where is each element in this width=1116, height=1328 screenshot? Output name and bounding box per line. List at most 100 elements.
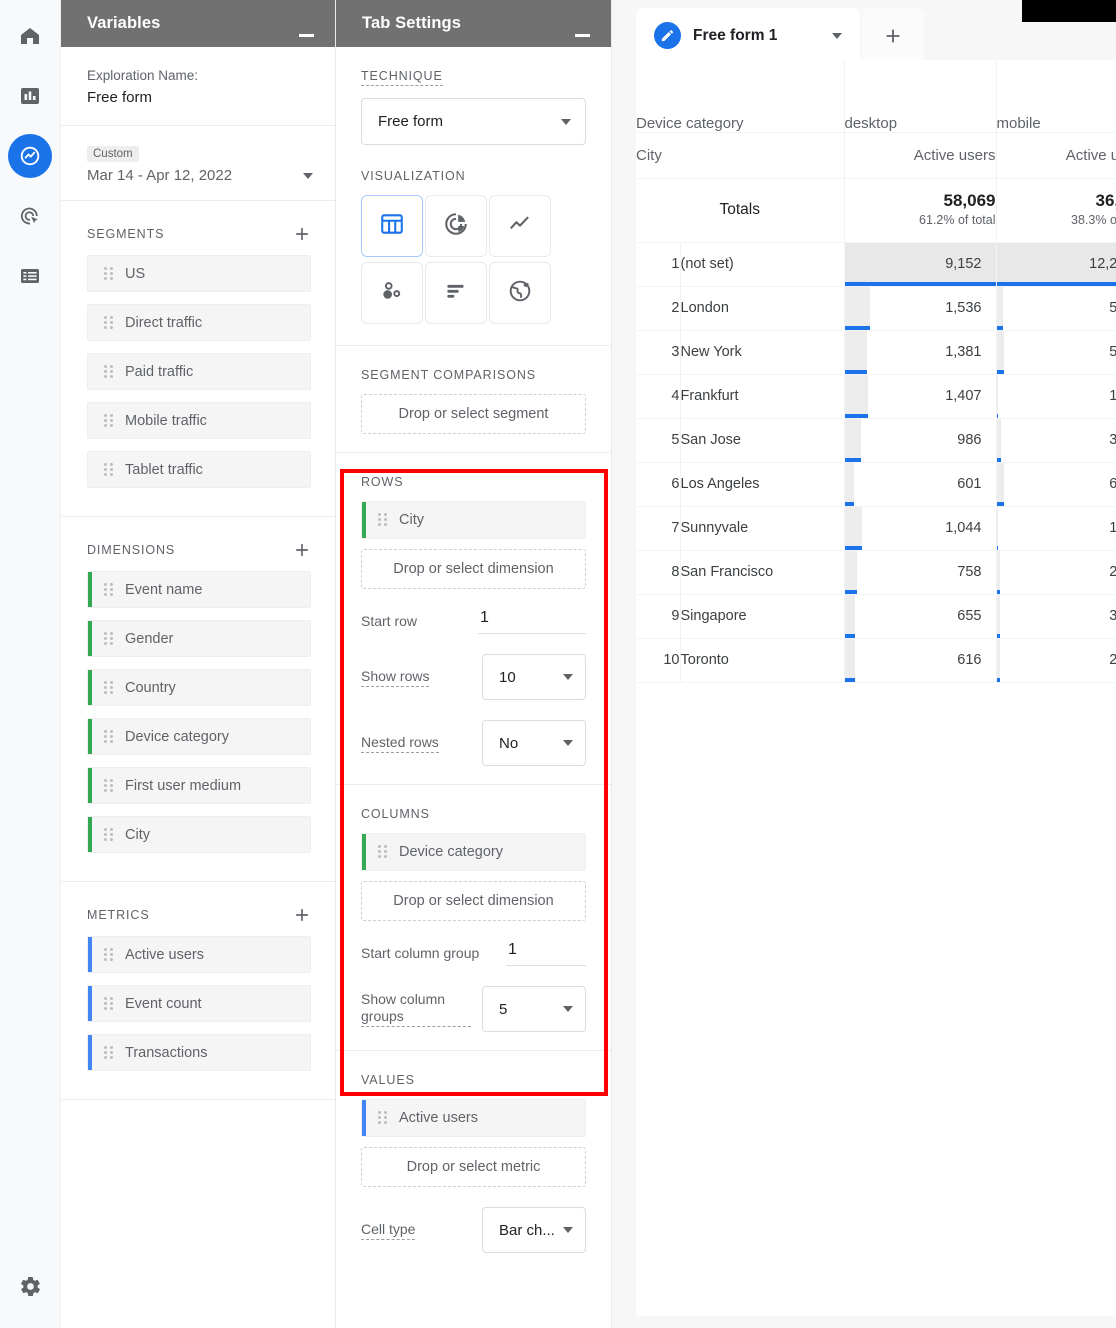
bar-chart-cell-desktop[interactable]: 655 [844,594,996,638]
chevron-down-icon[interactable] [303,173,313,179]
exploration-name-value[interactable]: Free form [87,86,313,109]
drag-handle-icon[interactable] [104,997,114,1011]
drag-handle-icon[interactable] [104,730,114,744]
dimension-chip[interactable]: City [87,816,311,853]
bar-chart-cell-desktop[interactable]: 986 [844,418,996,462]
variables-minimize-button[interactable] [297,19,315,37]
drag-handle-icon[interactable] [378,845,388,859]
drag-handle-icon[interactable] [104,828,114,842]
dimension-chip[interactable]: Device category [87,718,311,755]
columns-dropzone[interactable]: Drop or select dimension [361,881,586,921]
dimension-chip[interactable]: First user medium [87,767,311,804]
bar-chart-cell-mobile[interactable]: 565 [996,286,1116,330]
show-rows-select[interactable]: 10 [482,654,586,700]
row-city[interactable]: Sunnyvale [680,506,844,550]
tab-free-form-1[interactable]: Free form 1 [636,8,860,63]
home-icon[interactable] [8,14,52,58]
row-city[interactable]: London [680,286,844,330]
table-row[interactable]: 4Frankfurt1,407146 [636,374,1116,418]
tab-settings-minimize-button[interactable] [573,19,591,37]
show-column-groups-select[interactable]: 5 [482,986,586,1032]
bar-chart-cell-desktop[interactable]: 1,381 [844,330,996,374]
bar-chart-cell-desktop[interactable]: 1,407 [844,374,996,418]
nested-rows-select[interactable]: No [482,720,586,766]
start-column-group-input[interactable]: 1 [506,941,586,966]
drag-handle-icon[interactable] [378,513,388,527]
drag-handle-icon[interactable] [104,365,114,379]
bar-chart-cell-desktop[interactable]: 616 [844,638,996,682]
metric-header-mobile[interactable]: Active users [996,132,1116,178]
reports-icon[interactable] [8,74,52,118]
bar-chart-cell-mobile[interactable]: 108 [996,506,1116,550]
advertising-icon[interactable] [8,194,52,238]
viz-option-table-chart[interactable] [361,195,423,257]
row-city[interactable]: Toronto [680,638,844,682]
bar-chart-cell-desktop[interactable]: 1,044 [844,506,996,550]
technique-select[interactable]: Free form [361,98,586,145]
bar-chart-cell-mobile[interactable]: 297 [996,638,1116,682]
add-segment-button[interactable] [291,223,313,245]
rows-dropzone[interactable]: Drop or select dimension [361,549,586,589]
drag-handle-icon[interactable] [104,948,114,962]
drag-handle-icon[interactable] [104,1046,114,1060]
bar-chart-cell-mobile[interactable]: 12,271 [996,242,1116,286]
bar-chart-cell-desktop[interactable]: 9,152 [844,242,996,286]
start-row-input[interactable]: 1 [478,609,586,634]
table-row[interactable]: 8San Francisco758267 [636,550,1116,594]
dimension-chip[interactable]: Gender [87,620,311,657]
viz-option-line-chart[interactable] [489,195,551,257]
configure-icon[interactable] [8,254,52,298]
segment-dropzone[interactable]: Drop or select segment [361,394,586,434]
row-city[interactable]: San Francisco [680,550,844,594]
viz-option-donut-chart[interactable] [425,195,487,257]
row-city[interactable]: New York [680,330,844,374]
cell-type-select[interactable]: Bar ch... [482,1207,586,1253]
explore-icon[interactable] [8,134,52,178]
table-row[interactable]: 3New York1,381589 [636,330,1116,374]
date-range-row[interactable]: Mar 14 - Apr 12, 2022 [87,167,313,184]
add-metric-button[interactable] [291,904,313,926]
values-dropzone[interactable]: Drop or select metric [361,1147,586,1187]
row-city[interactable]: Frankfurt [680,374,844,418]
table-row[interactable]: 2London1,536565 [636,286,1116,330]
viz-option-scatter-plot[interactable] [361,262,423,324]
columns-dimension-chip[interactable]: Device category [361,833,586,871]
bar-chart-cell-mobile[interactable]: 267 [996,550,1116,594]
row-city[interactable]: Los Angeles [680,462,844,506]
bar-chart-cell-desktop[interactable]: 758 [844,550,996,594]
drag-handle-icon[interactable] [104,267,114,281]
table-row[interactable]: 10Toronto616297 [636,638,1116,682]
segment-chip[interactable]: Mobile traffic [87,402,311,439]
segment-chip[interactable]: Tablet traffic [87,451,311,488]
segment-chip[interactable]: Paid traffic [87,353,311,390]
segment-chip[interactable]: Direct traffic [87,304,311,341]
drag-handle-icon[interactable] [104,681,114,695]
bar-chart-cell-mobile[interactable]: 614 [996,462,1116,506]
drag-handle-icon[interactable] [104,583,114,597]
drag-handle-icon[interactable] [104,632,114,646]
viz-option-bar-chart[interactable] [425,262,487,324]
drag-handle-icon[interactable] [104,463,114,477]
metric-chip[interactable]: Transactions [87,1034,311,1071]
bar-chart-cell-mobile[interactable]: 146 [996,374,1116,418]
drag-handle-icon[interactable] [104,779,114,793]
metric-chip[interactable]: Active users [87,936,311,973]
dimension-chip[interactable]: Country [87,669,311,706]
table-row[interactable]: 6Los Angeles601614 [636,462,1116,506]
chevron-down-icon[interactable] [832,33,842,39]
dimension-chip[interactable]: Event name [87,571,311,608]
segment-chip[interactable]: US [87,255,311,292]
date-range-section[interactable]: Custom Mar 14 - Apr 12, 2022 [61,126,335,201]
add-dimension-button[interactable] [291,539,313,561]
drag-handle-icon[interactable] [104,316,114,330]
table-row[interactable]: 5San Jose986339 [636,418,1116,462]
bar-chart-cell-desktop[interactable]: 601 [844,462,996,506]
bar-chart-cell-desktop[interactable]: 1,536 [844,286,996,330]
row-city[interactable]: (not set) [680,242,844,286]
drag-handle-icon[interactable] [378,1111,388,1125]
table-row[interactable]: 7Sunnyvale1,044108 [636,506,1116,550]
bar-chart-cell-mobile[interactable]: 339 [996,418,1116,462]
metric-header-desktop[interactable]: Active users [844,132,996,178]
rows-dimension-chip[interactable]: City [361,501,586,539]
table-row[interactable]: 1(not set)9,15212,271 [636,242,1116,286]
